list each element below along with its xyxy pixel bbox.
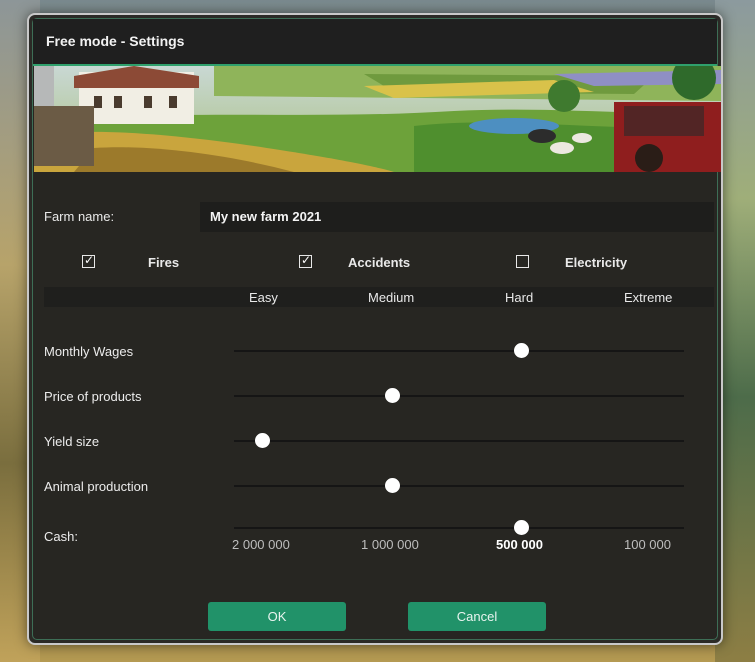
settings-dialog: Free mode - Settings Farm name: My new f…	[27, 13, 723, 645]
electricity-checkbox[interactable]	[516, 255, 529, 268]
difficulty-header: Easy Medium Hard Extreme	[44, 287, 714, 307]
level-medium: Medium	[368, 290, 415, 305]
farm-banner-image	[34, 66, 721, 172]
cash-track[interactable]	[234, 527, 684, 529]
accidents-checkbox[interactable]: ✓	[299, 253, 312, 268]
level-extreme: Extreme	[624, 290, 673, 305]
dialog-inner: Free mode - Settings Farm name: My new f…	[32, 18, 721, 640]
price-of-products-slider-handle[interactable]	[385, 388, 400, 403]
accidents-label: Accidents	[348, 255, 411, 270]
checkmark-icon: ✓	[301, 253, 312, 267]
cash-value-medium: 1 000 000	[361, 537, 419, 552]
cash-slider-handle[interactable]	[514, 520, 529, 535]
farm-name-label: Farm name:	[44, 209, 115, 224]
farm-landscape-icon	[34, 66, 721, 172]
cancel-button[interactable]: Cancel	[408, 602, 546, 631]
cash-value-easy: 2 000 000	[232, 537, 290, 552]
animal-production-label: Animal production	[44, 479, 149, 494]
cash-value-extreme: 100 000	[624, 537, 671, 552]
level-hard: Hard	[505, 290, 534, 305]
price-of-products-track[interactable]	[234, 395, 684, 397]
fires-label: Fires	[148, 255, 180, 270]
monthly-wages-track[interactable]	[234, 350, 684, 352]
fires-checkbox[interactable]: ✓	[82, 253, 95, 268]
yield-size-track[interactable]	[234, 440, 684, 442]
animal-production-track[interactable]	[234, 485, 684, 487]
ok-button[interactable]: OK	[208, 602, 346, 631]
electricity-label: Electricity	[565, 255, 628, 270]
title-bar: Free mode - Settings	[33, 19, 717, 66]
cash-label: Cash:	[44, 529, 78, 544]
settings-body: Farm name: My new farm 2021 ✓ Fires ✓ Ac…	[34, 172, 721, 642]
level-easy: Easy	[249, 290, 278, 305]
price-of-products-label: Price of products	[44, 389, 142, 404]
cash-value-hard: 500 000	[496, 537, 543, 552]
monthly-wages-label: Monthly Wages	[44, 344, 134, 359]
farm-name-input[interactable]: My new farm 2021	[200, 202, 714, 232]
monthly-wages-slider-handle[interactable]	[514, 343, 529, 358]
yield-size-slider-handle[interactable]	[255, 433, 270, 448]
dialog-title: Free mode - Settings	[46, 33, 185, 49]
yield-size-label: Yield size	[44, 434, 100, 449]
animal-production-slider-handle[interactable]	[385, 478, 400, 493]
checkmark-icon: ✓	[84, 253, 95, 267]
